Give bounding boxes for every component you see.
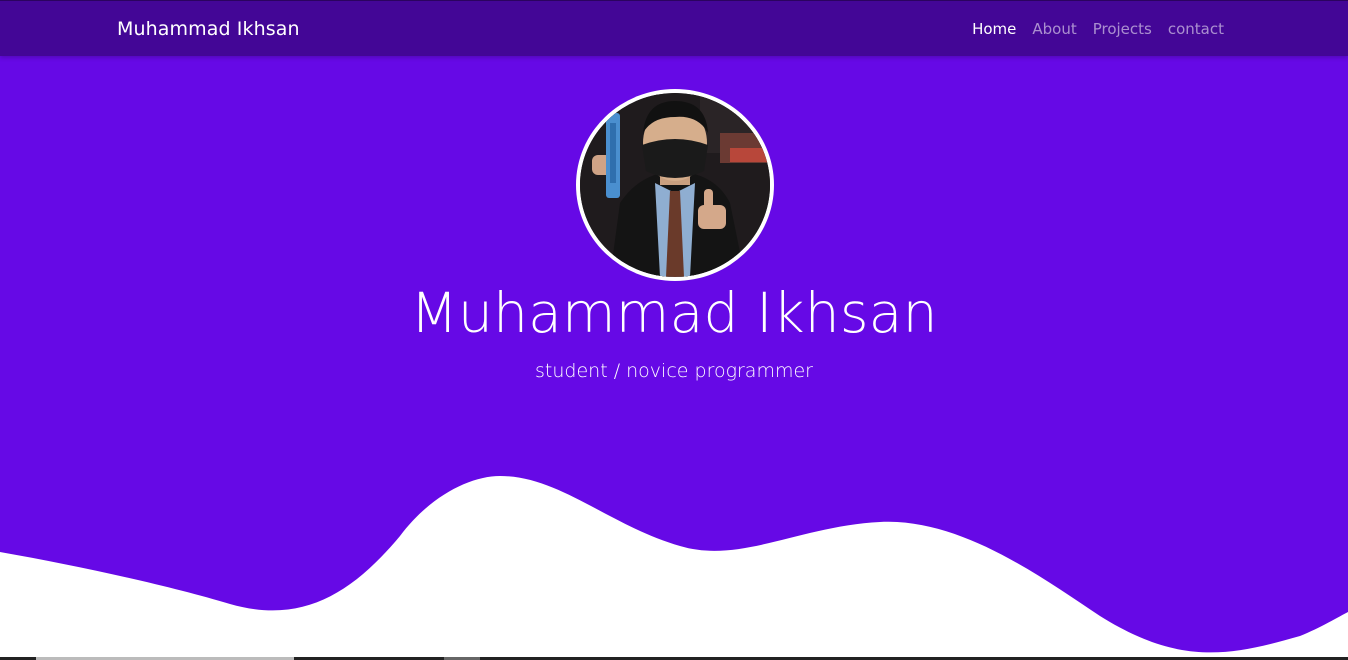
nav-links: Home About Projects contact: [972, 20, 1224, 38]
nav-link-projects[interactable]: Projects: [1093, 20, 1152, 38]
hero-section: Muhammad Ikhsan student / novice program…: [0, 56, 1348, 660]
navbar: Muhammad Ikhsan Home About Projects cont…: [0, 0, 1348, 56]
brand-link[interactable]: Muhammad Ikhsan: [117, 18, 300, 40]
nav-link-contact[interactable]: contact: [1168, 20, 1224, 38]
wave-divider: [0, 476, 1348, 660]
nav-link-home[interactable]: Home: [972, 20, 1016, 38]
nav-link-about[interactable]: About: [1032, 20, 1076, 38]
